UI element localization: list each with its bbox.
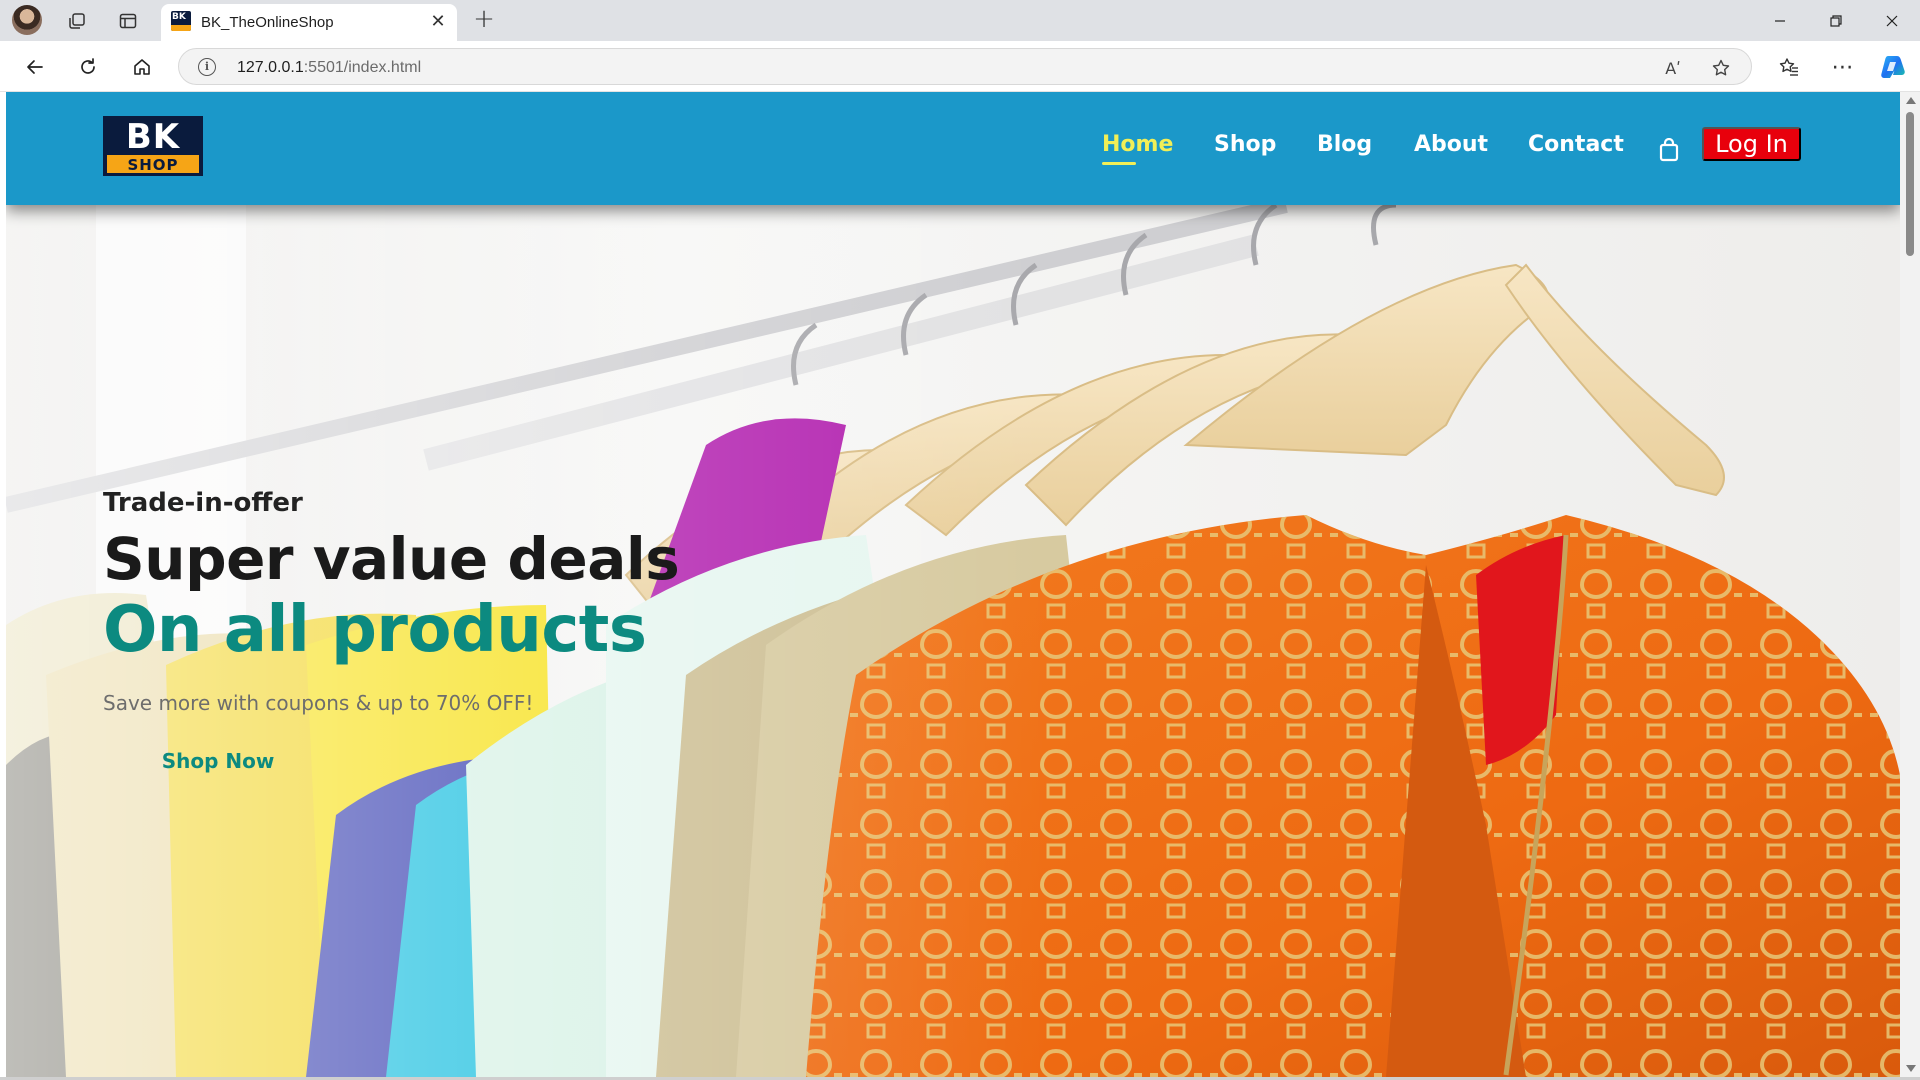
shopping-bag-icon[interactable] <box>1658 137 1680 162</box>
hero-headline: Super value deals <box>103 525 680 593</box>
nav-item-home[interactable]: Home <box>1102 132 1173 157</box>
address-bar[interactable]: i 127.0.0.1:5501/index.html Aʹ <box>178 48 1752 85</box>
star-icon[interactable] <box>1709 56 1733 80</box>
login-button[interactable]: Log In <box>1702 127 1801 161</box>
hero-headline-accent: On all products <box>103 593 647 667</box>
shop-now-button[interactable]: Shop Now <box>139 731 297 791</box>
home-icon[interactable] <box>127 52 157 82</box>
page-viewport: BK SHOP Home Shop Blog About Contact Log… <box>6 92 1900 1077</box>
scroll-thumb[interactable] <box>1906 112 1914 256</box>
nav-item-blog[interactable]: Blog <box>1317 132 1372 157</box>
favorites-icon[interactable] <box>1774 52 1804 82</box>
tab-actions-icon[interactable] <box>115 8 141 34</box>
more-icon[interactable]: ⋯ <box>1828 52 1858 82</box>
tab-title: BK_TheOnlineShop <box>201 14 334 31</box>
hero-banner: Trade-in-offer Super value deals On all … <box>6 205 1900 1077</box>
nav-item-about[interactable]: About <box>1414 132 1488 157</box>
restore-icon[interactable] <box>1808 0 1864 41</box>
profile-avatar[interactable] <box>12 5 42 35</box>
plus-icon[interactable]: + <box>470 6 498 34</box>
hero-subtext: Save more with coupons & up to 70% OFF! <box>103 691 534 715</box>
hero-kicker: Trade-in-offer <box>103 488 303 518</box>
back-arrow-icon[interactable] <box>20 52 50 82</box>
collections-icon[interactable] <box>64 8 90 34</box>
minimize-icon[interactable] <box>1752 0 1808 41</box>
copilot-icon[interactable] <box>1878 52 1908 82</box>
page-scrollbar[interactable] <box>1900 92 1920 1077</box>
browser-tab-active[interactable]: BK BK_TheOnlineShop ✕ <box>161 4 457 41</box>
nav-item-shop[interactable]: Shop <box>1214 132 1276 157</box>
info-icon[interactable]: i <box>198 58 216 76</box>
reload-icon[interactable] <box>73 52 103 82</box>
scroll-up-icon[interactable] <box>1906 97 1916 104</box>
browser-tab-strip: BK BK_TheOnlineShop ✕ + <box>0 0 1920 41</box>
site-header: BK SHOP Home Shop Blog About Contact Log… <box>6 92 1900 205</box>
favicon-icon: BK <box>171 11 191 31</box>
main-nav: Home Shop Blog About Contact <box>6 130 1900 170</box>
close-icon[interactable]: ✕ <box>427 10 449 32</box>
browser-toolbar: i 127.0.0.1:5501/index.html Aʹ ⋯ <box>0 41 1920 92</box>
nav-active-underline <box>1102 162 1136 165</box>
scroll-down-icon[interactable] <box>1906 1065 1916 1072</box>
nav-item-contact[interactable]: Contact <box>1528 132 1624 157</box>
window-close-icon[interactable] <box>1864 0 1920 41</box>
read-aloud-icon[interactable]: Aʹ <box>1661 56 1685 80</box>
url-text[interactable]: 127.0.0.1:5501/index.html <box>237 59 421 77</box>
